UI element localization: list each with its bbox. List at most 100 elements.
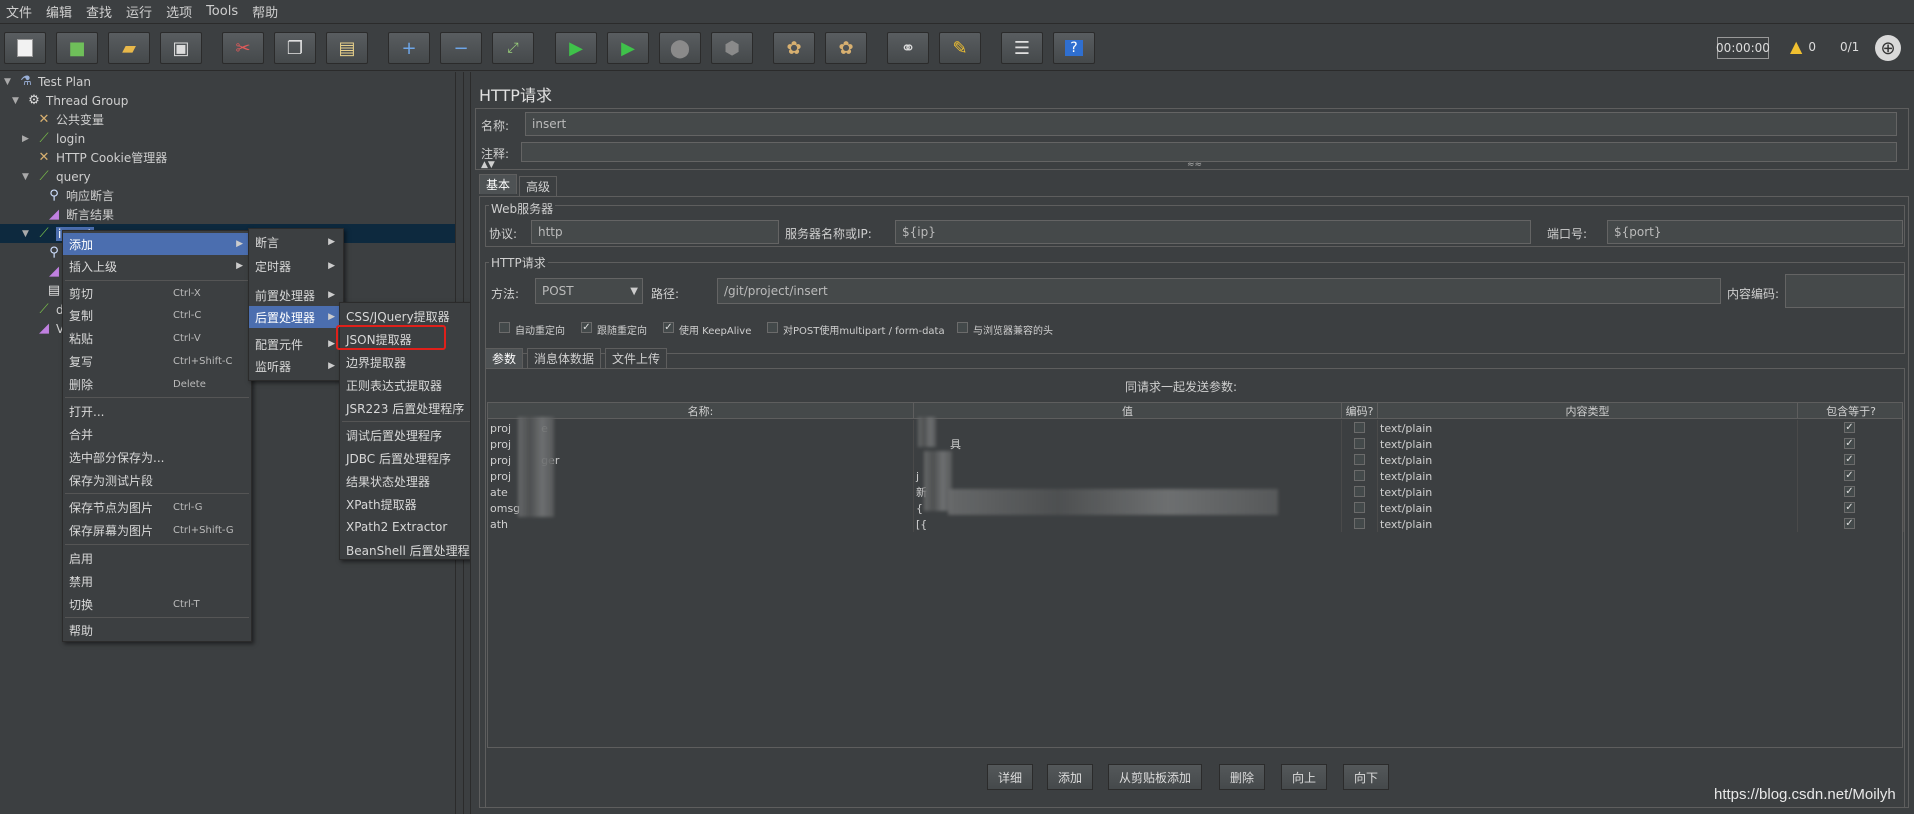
move-up-button[interactable]: 向上 <box>1281 764 1328 790</box>
encode-cell[interactable] <box>1342 468 1378 484</box>
param-name-cell[interactable]: ath <box>488 516 914 532</box>
table-row[interactable]: proj j text/plain ✓ <box>488 468 1904 484</box>
add-from-clipboard-button[interactable]: 从剪贴板添加 <box>1108 764 1203 790</box>
remote-icon[interactable]: ⊕ <box>1875 35 1901 61</box>
delete-button[interactable]: 删除 <box>1219 764 1266 790</box>
ctx-insert-parent[interactable]: 插入上级 ▶ <box>63 255 251 277</box>
clear-button[interactable]: ✿ <box>773 32 815 64</box>
encode-checkbox[interactable] <box>1354 438 1365 449</box>
content-type-cell[interactable]: text/plain <box>1378 484 1798 500</box>
collapse-arrows-icon[interactable]: ▲▼ <box>481 160 495 170</box>
content-type-cell[interactable]: text/plain <box>1378 452 1798 468</box>
add-post-processor[interactable]: 后置处理器 ▶ <box>249 306 343 328</box>
menu-edit[interactable]: 编辑 <box>46 2 72 21</box>
encode-cell[interactable] <box>1342 500 1378 516</box>
tree-node-cookie-manager[interactable]: ✕ HTTP Cookie管理器 <box>22 148 168 167</box>
browser-headers-checkbox[interactable] <box>957 322 968 333</box>
name-input[interactable]: insert <box>525 112 1897 136</box>
path-input[interactable]: /git/project/insert <box>717 278 1721 304</box>
tab-parameters[interactable]: 参数 <box>485 348 524 368</box>
include-equals-cell[interactable]: ✓ <box>1798 436 1904 452</box>
ctx-save-screen-image[interactable]: 保存屏幕为图片 Ctrl+Shift-G <box>63 519 251 541</box>
encode-cell[interactable] <box>1342 420 1378 436</box>
tab-basic[interactable]: 基本 <box>479 174 518 194</box>
add-pre-processor[interactable]: 前置处理器 ▶ <box>249 284 343 306</box>
cut-button[interactable]: ✂ <box>222 32 264 64</box>
include-equals-checkbox[interactable]: ✓ <box>1844 486 1855 497</box>
content-type-cell[interactable]: text/plain <box>1378 420 1798 436</box>
ctx-delete[interactable]: 删除 Delete <box>63 373 251 395</box>
port-input[interactable]: ${port} <box>1607 220 1903 244</box>
menu-search[interactable]: 查找 <box>86 2 112 21</box>
param-value-cell[interactable]: [{ <box>914 516 1342 532</box>
function-helper-button[interactable]: ☰ <box>1001 32 1043 64</box>
menu-run[interactable]: 运行 <box>126 2 152 21</box>
search-button[interactable]: ⚭ <box>887 32 929 64</box>
shutdown-button[interactable]: ⬢ <box>711 32 753 64</box>
auto-redirect-checkbox[interactable] <box>499 322 510 333</box>
param-value-cell[interactable]: 具 <box>914 436 1342 452</box>
ctx-duplicate[interactable]: 复写 Ctrl+Shift-C <box>63 350 251 372</box>
comment-input[interactable] <box>521 142 1897 162</box>
reset-search-button[interactable]: ✎ <box>939 32 981 64</box>
param-value-cell[interactable] <box>914 420 1342 436</box>
server-input[interactable]: ${ip} <box>895 220 1531 244</box>
include-equals-cell[interactable]: ✓ <box>1798 500 1904 516</box>
encode-checkbox[interactable] <box>1354 470 1365 481</box>
table-row[interactable]: proj 具 text/plain ✓ <box>488 436 1904 452</box>
menu-help[interactable]: 帮助 <box>252 2 278 21</box>
move-down-button[interactable]: 向下 <box>1343 764 1390 790</box>
keepalive-checkbox[interactable]: ✓ <box>663 322 674 333</box>
encode-checkbox[interactable] <box>1354 518 1365 529</box>
include-equals-checkbox[interactable]: ✓ <box>1844 422 1855 433</box>
encode-cell[interactable] <box>1342 516 1378 532</box>
add-assertion[interactable]: 断言 ▶ <box>249 231 343 253</box>
col-include-equals[interactable]: 包含等于? <box>1798 403 1904 419</box>
param-value-cell[interactable]: j <box>914 468 1342 484</box>
tab-body-data[interactable]: 消息体数据 <box>527 348 602 368</box>
details-button[interactable]: 详细 <box>987 764 1034 790</box>
ctx-save-selection[interactable]: 选中部分保存为... <box>63 446 251 468</box>
method-select[interactable]: POST ▼ <box>535 278 643 304</box>
copy-button[interactable]: ❐ <box>274 32 316 64</box>
tree-node-public-vars[interactable]: ✕ 公共变量 <box>22 110 104 129</box>
save-button[interactable]: ▣ <box>160 32 202 64</box>
start-no-pause-button[interactable]: ▶ <box>607 32 649 64</box>
help-button[interactable]: ? <box>1053 32 1095 64</box>
start-button[interactable]: ▶ <box>555 32 597 64</box>
encode-cell[interactable] <box>1342 452 1378 468</box>
collapse-button[interactable]: − <box>440 32 482 64</box>
ctx-help[interactable]: 帮助 <box>63 619 251 641</box>
clear-all-button[interactable]: ✿ <box>825 32 867 64</box>
encode-cell[interactable] <box>1342 484 1378 500</box>
include-equals-cell[interactable]: ✓ <box>1798 484 1904 500</box>
add-config-element[interactable]: 配置元件 ▶ <box>249 333 343 355</box>
param-value-cell[interactable] <box>914 452 1342 468</box>
tree-node-child-1[interactable]: ⚲ <box>32 243 62 262</box>
tab-file-upload[interactable]: 文件上传 <box>605 348 668 368</box>
tree-node-thread-group[interactable]: ▼ ⚙ Thread Group <box>12 91 128 110</box>
tree-node-d[interactable]: ⟋ d <box>22 300 63 319</box>
col-value[interactable]: 值 <box>914 403 1342 419</box>
tree-node-child-2[interactable]: ◢ <box>32 262 62 281</box>
ctx-add[interactable]: 添加 ▶ <box>63 233 251 255</box>
ctx-save-fragment[interactable]: 保存为测试片段 <box>63 469 251 491</box>
tree-node-child-3[interactable]: ▤ <box>32 281 62 300</box>
multipart-checkbox[interactable] <box>767 322 778 333</box>
menu-file[interactable]: 文件 <box>6 2 32 21</box>
tree-node-assertion-results[interactable]: ◢ 断言结果 <box>32 205 114 224</box>
include-equals-checkbox[interactable]: ✓ <box>1844 502 1855 513</box>
include-equals-cell[interactable]: ✓ <box>1798 468 1904 484</box>
table-row[interactable]: projgertext/plain✓ <box>488 452 1904 468</box>
stop-button[interactable]: ⬤ <box>659 32 701 64</box>
content-type-cell[interactable]: text/plain <box>1378 500 1798 516</box>
tree-node-query[interactable]: ▼ ⟋ query <box>22 167 91 186</box>
templates-button[interactable]: ■ <box>56 32 98 64</box>
include-equals-cell[interactable]: ✓ <box>1798 516 1904 532</box>
open-button[interactable]: ▰ <box>108 32 150 64</box>
encode-checkbox[interactable] <box>1354 502 1365 513</box>
encode-checkbox[interactable] <box>1354 422 1365 433</box>
tree-node-v[interactable]: ◢ V <box>22 319 64 338</box>
encoding-input[interactable] <box>1785 274 1905 308</box>
ctx-open[interactable]: 打开... <box>63 400 251 422</box>
